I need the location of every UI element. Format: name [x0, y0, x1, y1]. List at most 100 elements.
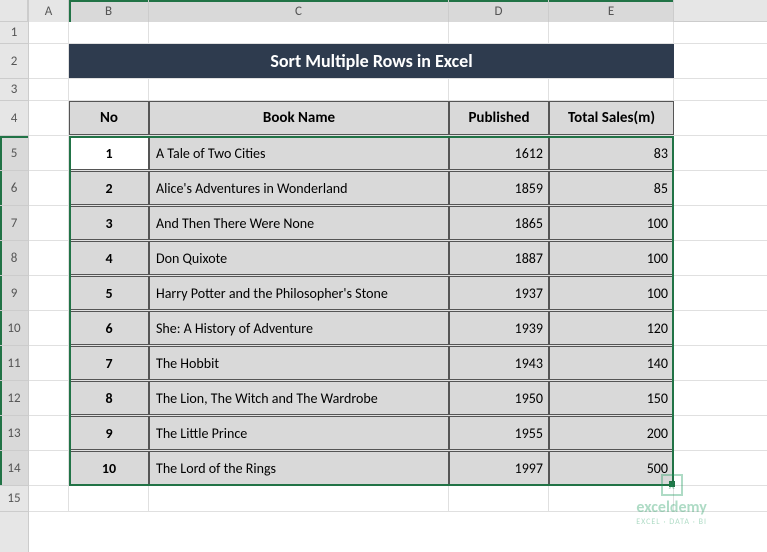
cell[interactable]: [69, 486, 149, 511]
row-header[interactable]: 15: [0, 486, 28, 512]
cell[interactable]: [449, 79, 549, 100]
cell[interactable]: [29, 381, 69, 415]
cell-published[interactable]: 1939: [449, 311, 549, 345]
cell-book-name[interactable]: Don Quixote: [149, 241, 449, 275]
col-header[interactable]: A: [29, 0, 69, 22]
title-row: Sort Multiple Rows in Excel: [29, 44, 767, 79]
col-name-header[interactable]: Book Name: [149, 101, 449, 135]
col-published-header[interactable]: Published: [449, 101, 549, 135]
cell[interactable]: [549, 22, 674, 43]
row-header[interactable]: 4: [0, 101, 28, 136]
cell-sales[interactable]: 100: [549, 276, 674, 310]
cell-book-name[interactable]: And Then There Were None: [149, 206, 449, 240]
cell-published[interactable]: 1950: [449, 381, 549, 415]
cell[interactable]: [29, 22, 69, 43]
cell-no[interactable]: 5: [69, 276, 149, 310]
row-header[interactable]: 13: [0, 416, 28, 451]
cell[interactable]: [149, 79, 449, 100]
cell-published[interactable]: 1943: [449, 346, 549, 380]
cell-published[interactable]: 1997: [449, 451, 549, 485]
col-header[interactable]: B: [69, 0, 149, 22]
cell-no[interactable]: 3: [69, 206, 149, 240]
cell-no[interactable]: 6: [69, 311, 149, 345]
cell[interactable]: [29, 136, 69, 170]
cell-published[interactable]: 1887: [449, 241, 549, 275]
cell[interactable]: [549, 79, 674, 100]
row-header[interactable]: 1: [0, 22, 28, 44]
cell-book-name[interactable]: The Lord of the Rings: [149, 451, 449, 485]
cell-published[interactable]: 1937: [449, 276, 549, 310]
row-header[interactable]: 14: [0, 451, 28, 486]
col-header[interactable]: C: [149, 0, 449, 22]
cell-sales[interactable]: 85: [549, 171, 674, 205]
cell[interactable]: [29, 101, 69, 135]
table-row: 7The Hobbit1943140: [29, 346, 767, 381]
cell-no[interactable]: 9: [69, 416, 149, 450]
cell-sales[interactable]: 500: [549, 451, 674, 485]
table-row: 10The Lord of the Rings1997500: [29, 451, 767, 486]
cell-book-name[interactable]: She: A History of Adventure: [149, 311, 449, 345]
cell[interactable]: [29, 416, 69, 450]
cell-published[interactable]: 1955: [449, 416, 549, 450]
cell-no[interactable]: 10: [69, 451, 149, 485]
cell-no[interactable]: 7: [69, 346, 149, 380]
cell[interactable]: [29, 206, 69, 240]
cell[interactable]: [29, 79, 69, 100]
row-header[interactable]: 5: [0, 136, 28, 171]
col-no-header[interactable]: No: [69, 101, 149, 135]
cell-sales[interactable]: 150: [549, 381, 674, 415]
cell[interactable]: [549, 486, 674, 511]
cell-book-name[interactable]: Harry Potter and the Philosopher's Stone: [149, 276, 449, 310]
cell[interactable]: [29, 311, 69, 345]
excel-grid: 1 2 3 4 5 6 7 8 9 10 11 12 13 14 15 A B …: [0, 0, 767, 552]
row-header[interactable]: 7: [0, 206, 28, 241]
cell-book-name[interactable]: A Tale of Two Cities: [149, 136, 449, 170]
row-header[interactable]: 9: [0, 276, 28, 311]
row-header[interactable]: 6: [0, 171, 28, 206]
cell[interactable]: [29, 44, 69, 78]
cell-published[interactable]: 1612: [449, 136, 549, 170]
cell[interactable]: [29, 451, 69, 485]
cell-sales[interactable]: 100: [549, 206, 674, 240]
table-row: 4Don Quixote1887100: [29, 241, 767, 276]
cell-book-name[interactable]: The Little Prince: [149, 416, 449, 450]
cell-published[interactable]: 1859: [449, 171, 549, 205]
cell-book-name[interactable]: Alice's Adventures in Wonderland: [149, 171, 449, 205]
row-header[interactable]: 8: [0, 241, 28, 276]
cell[interactable]: [69, 79, 149, 100]
cell[interactable]: [29, 241, 69, 275]
cell-published[interactable]: 1865: [449, 206, 549, 240]
row-header[interactable]: 2: [0, 44, 28, 79]
cell[interactable]: [29, 486, 69, 511]
col-header[interactable]: D: [449, 0, 549, 22]
cell-sales[interactable]: 120: [549, 311, 674, 345]
cell[interactable]: [29, 346, 69, 380]
cell-sales[interactable]: 100: [549, 241, 674, 275]
cell[interactable]: [149, 486, 449, 511]
col-sales-header[interactable]: Total Sales(m): [549, 101, 674, 135]
row-header[interactable]: 12: [0, 381, 28, 416]
table-row: [29, 79, 767, 101]
cell-no[interactable]: 8: [69, 381, 149, 415]
cell[interactable]: [69, 22, 149, 43]
cell[interactable]: [29, 171, 69, 205]
cell[interactable]: [449, 486, 549, 511]
cell-no[interactable]: 4: [69, 241, 149, 275]
cell[interactable]: [149, 22, 449, 43]
cell-sales[interactable]: 200: [549, 416, 674, 450]
cell-book-name[interactable]: The Hobbit: [149, 346, 449, 380]
cell-no[interactable]: 1: [69, 136, 149, 170]
cell-sales[interactable]: 83: [549, 136, 674, 170]
cell-book-name[interactable]: The Lion, The Witch and The Wardrobe: [149, 381, 449, 415]
cell-no[interactable]: 2: [69, 171, 149, 205]
col-header[interactable]: E: [549, 0, 674, 22]
select-all-corner[interactable]: [0, 0, 28, 22]
row-header[interactable]: 10: [0, 311, 28, 346]
cell[interactable]: [449, 22, 549, 43]
row-header[interactable]: 3: [0, 79, 28, 101]
table-row: 9The Little Prince1955200: [29, 416, 767, 451]
page-title[interactable]: Sort Multiple Rows in Excel: [69, 44, 674, 78]
row-header[interactable]: 11: [0, 346, 28, 381]
cell[interactable]: [29, 276, 69, 310]
cell-sales[interactable]: 140: [549, 346, 674, 380]
